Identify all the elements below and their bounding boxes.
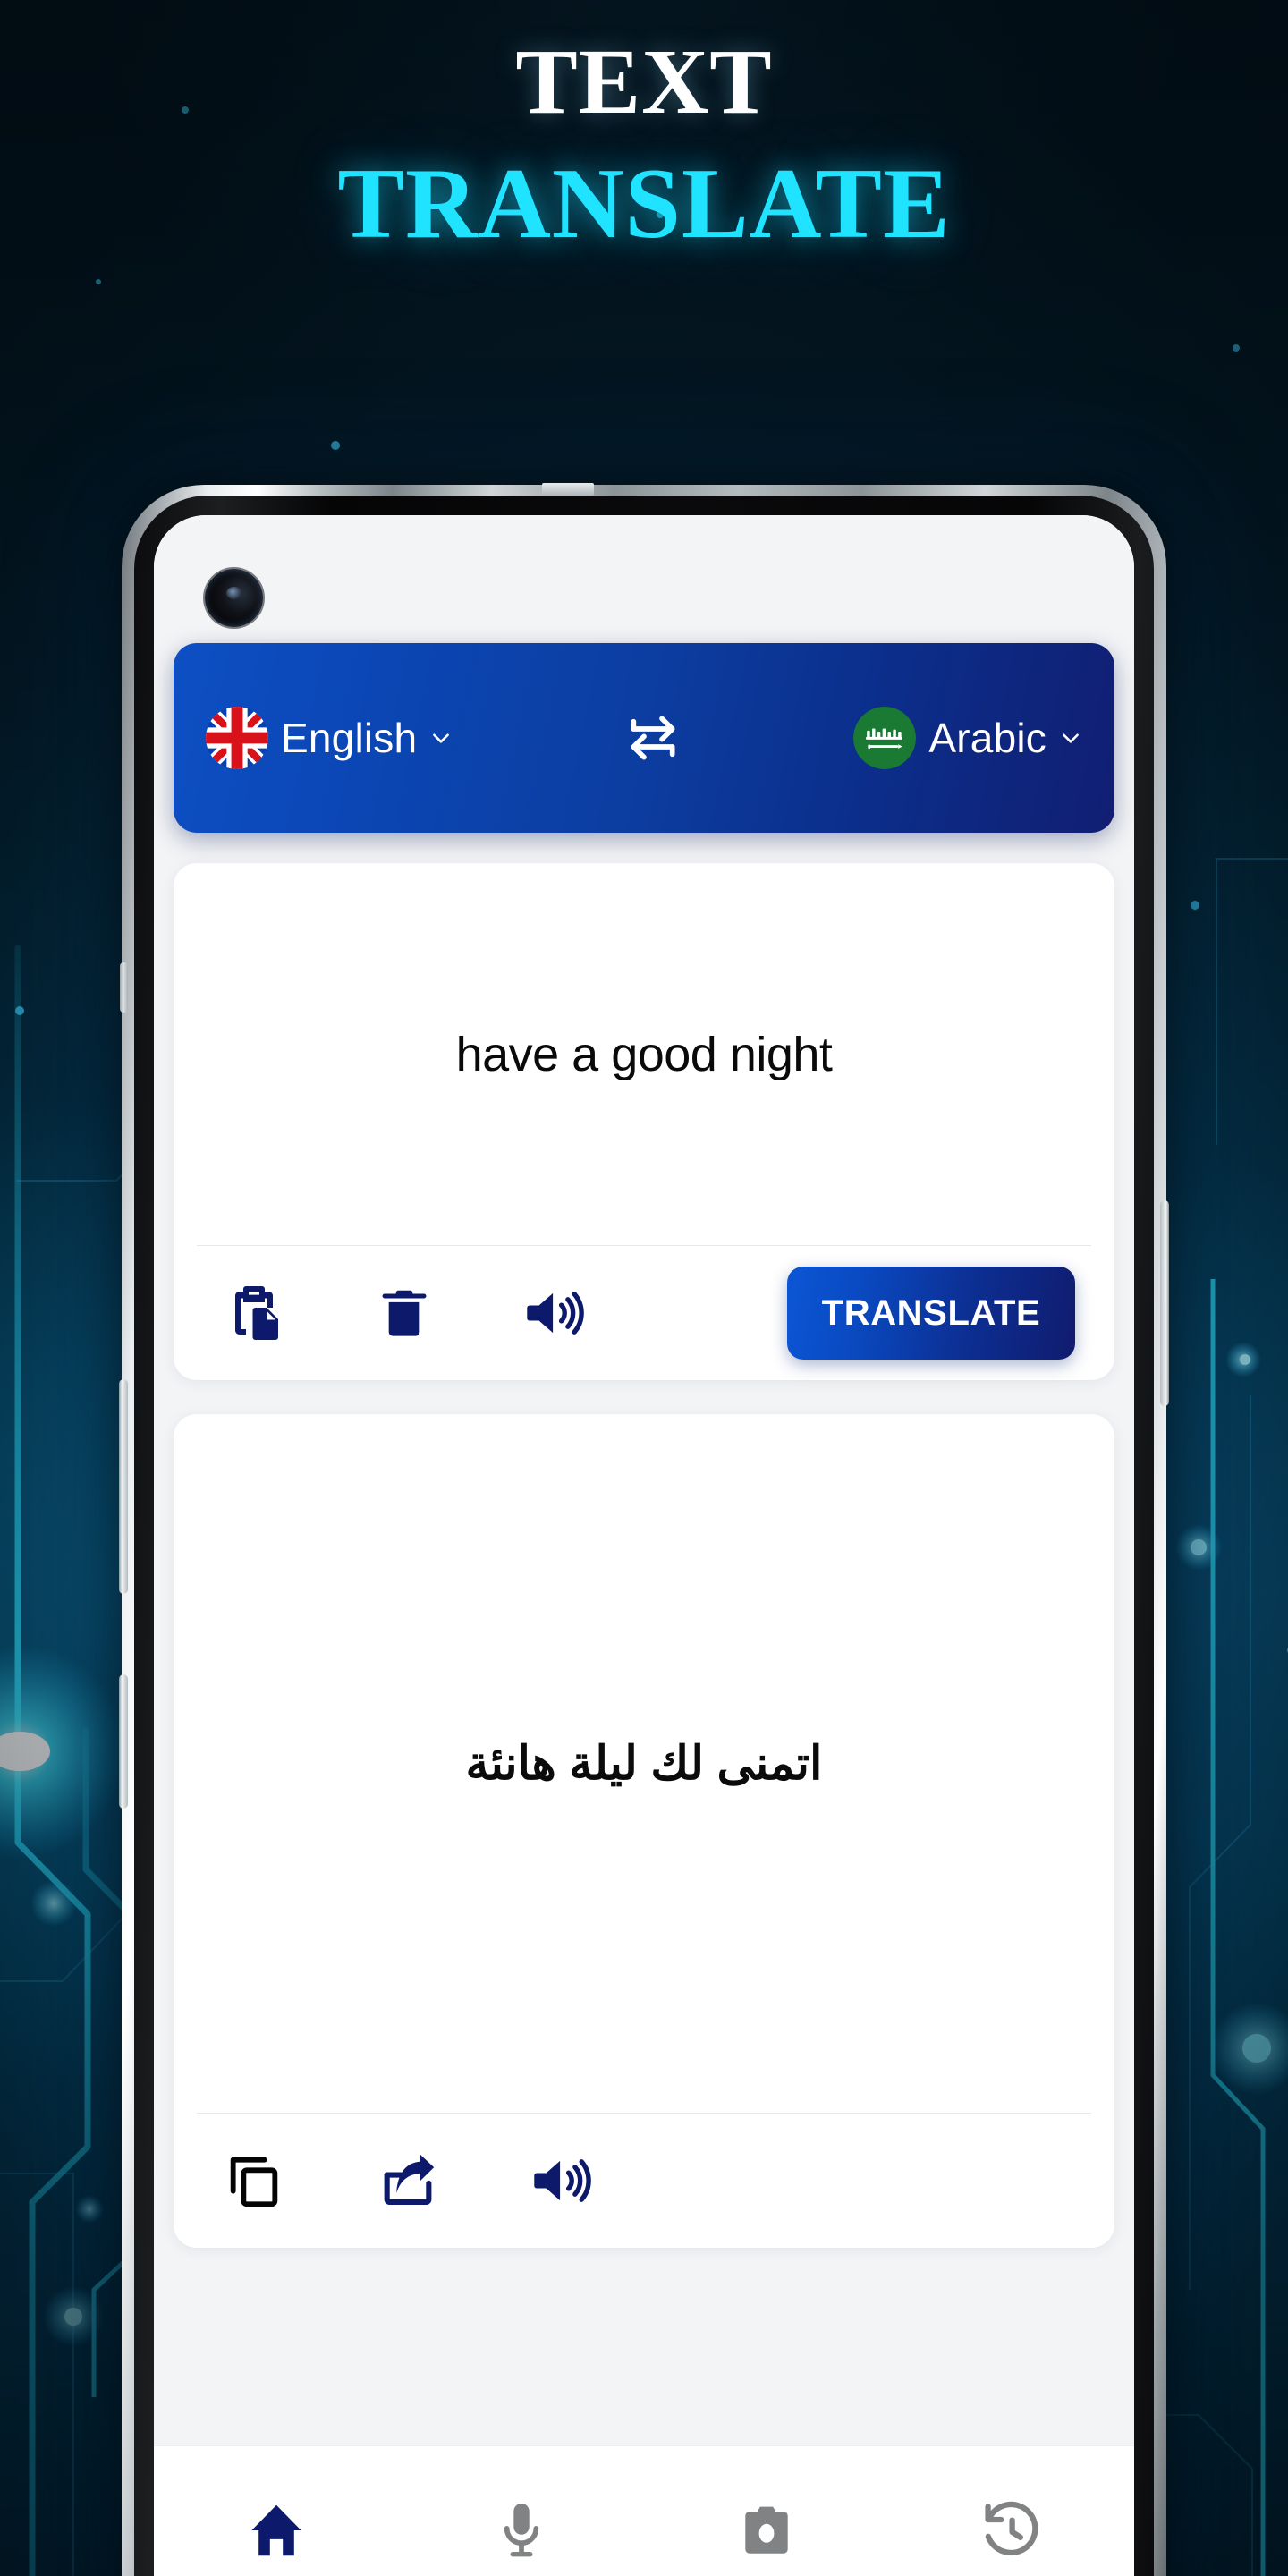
phone-volume-button[interactable] (119, 1379, 128, 1594)
source-language-selector[interactable]: English (206, 707, 453, 769)
source-text-value: have a good night (455, 1027, 833, 1081)
translated-text-card: اتمنى لك ليلة هانئة (174, 1414, 1114, 2248)
app-content: English Arabic have a good night TRANSLA… (154, 515, 1134, 2445)
microphone-icon (504, 2504, 539, 2557)
uk-flag-icon (206, 707, 268, 769)
bottom-navigation-bar (154, 2445, 1134, 2576)
translate-button[interactable]: TRANSLATE (787, 1267, 1075, 1360)
headline-line-2: TRANSLATE (337, 148, 951, 259)
phone-screen: English Arabic have a good night TRANSLA… (154, 515, 1134, 2576)
translated-text-area: اتمنى لك ليلة هانئة (174, 1414, 1114, 2113)
saudi-arabia-flag-icon (853, 707, 917, 769)
source-language-label: English (281, 715, 418, 761)
target-language-label: Arabic (928, 715, 1046, 761)
headline-line-1: TEXT (515, 30, 773, 133)
nav-item-voice[interactable] (399, 2498, 644, 2563)
phone-mockup: English Arabic have a good night TRANSLA… (119, 483, 1169, 2576)
chevron-down-icon (1063, 733, 1079, 743)
paste-icon[interactable] (213, 1272, 295, 1354)
translated-text-value: اتمنى لك ليلة هانئة (465, 1737, 823, 1790)
language-selector-bar: English Arabic (174, 643, 1114, 833)
target-card-actions (174, 2114, 1114, 2248)
phone-antenna-band (542, 483, 594, 496)
front-camera-punch-hole (205, 569, 263, 627)
speaker-icon[interactable] (521, 2140, 603, 2222)
home-icon (251, 2504, 301, 2556)
nav-item-home[interactable] (154, 2498, 399, 2563)
phone-side-button-top[interactable] (120, 962, 128, 1013)
nav-item-camera[interactable] (644, 2498, 889, 2563)
chevron-down-icon (433, 733, 450, 743)
delete-icon[interactable] (363, 1272, 445, 1354)
copy-icon[interactable] (213, 2140, 295, 2222)
source-text-area[interactable]: have a good night (174, 863, 1114, 1245)
target-language-selector[interactable]: Arabic (853, 707, 1082, 769)
history-icon (985, 2501, 1038, 2556)
translator-app: English Arabic have a good night TRANSLA… (154, 515, 1134, 2576)
source-text-card: have a good night TRANSLATE (174, 863, 1114, 1380)
speaker-icon[interactable] (513, 1272, 596, 1354)
camera-icon (745, 2506, 788, 2554)
share-icon[interactable] (367, 2140, 449, 2222)
source-card-actions: TRANSLATE (174, 1246, 1114, 1380)
phone-volume-down-button[interactable] (119, 1674, 128, 1809)
promo-headline: TEXT TRANSLATE (0, 30, 1288, 259)
phone-power-button[interactable] (1160, 1200, 1169, 1406)
swap-languages-button[interactable] (617, 702, 689, 774)
nav-item-history[interactable] (889, 2498, 1134, 2563)
